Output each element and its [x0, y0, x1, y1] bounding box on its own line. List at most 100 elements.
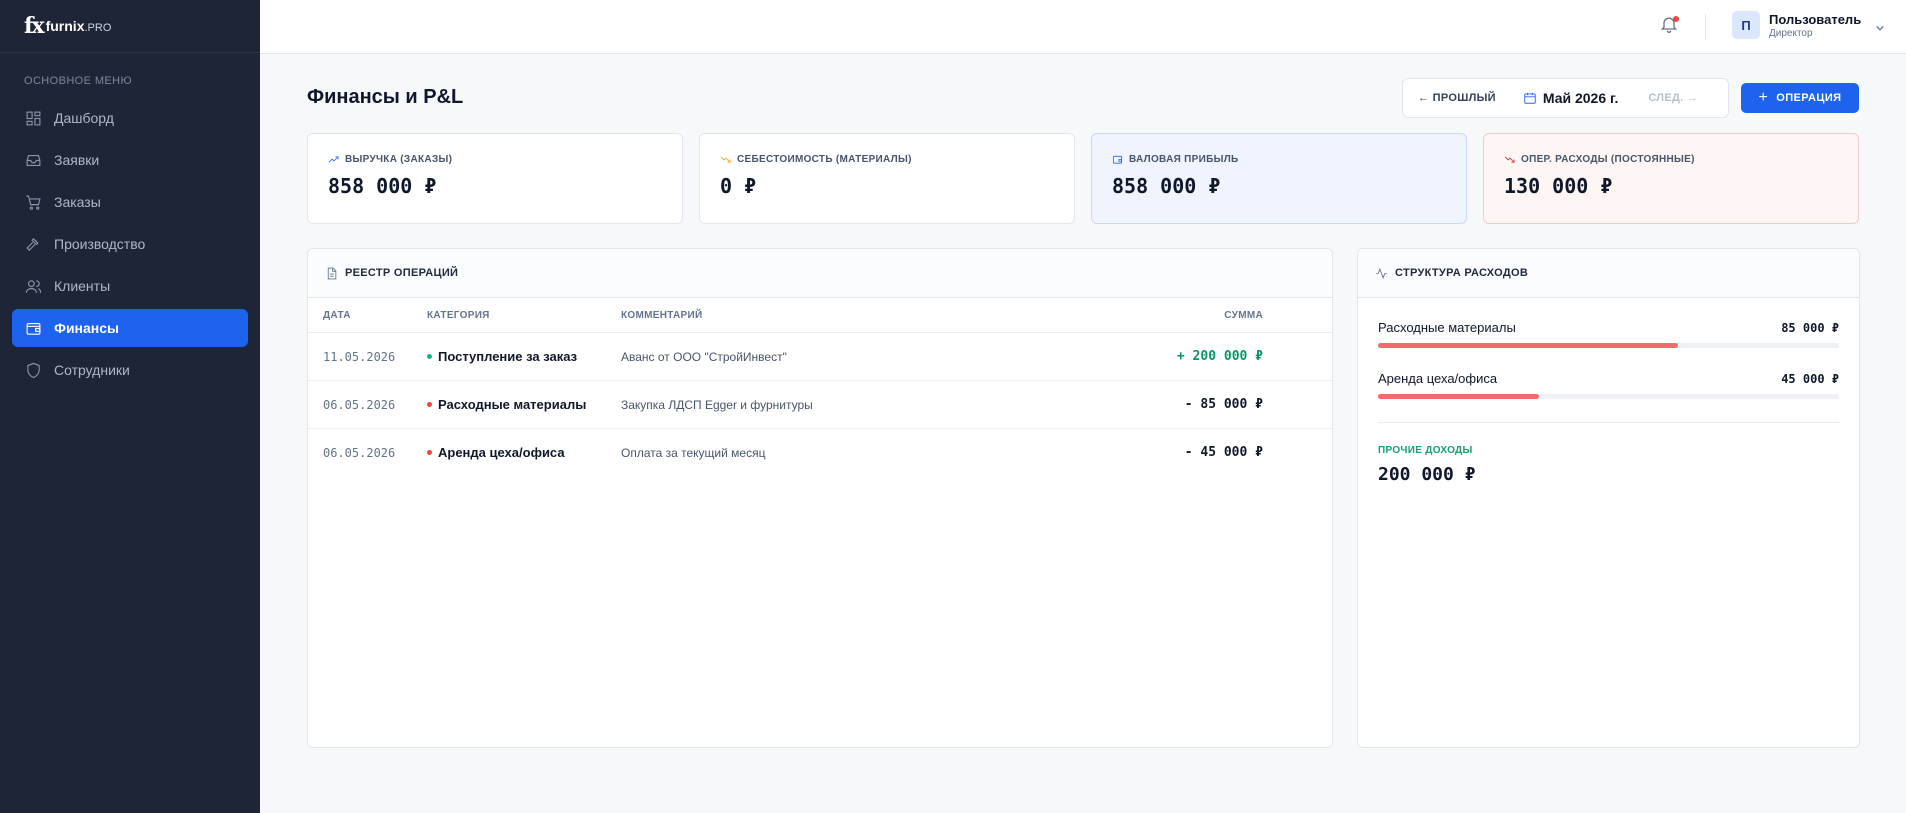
- kpi-label-text: ВЫРУЧКА (ЗАКАЗЫ): [345, 154, 453, 165]
- user-info: Пользователь Директор: [1769, 12, 1861, 39]
- table-header: ДАТА КАТЕГОРИЯ КОММЕНТАРИЙ СУММА: [308, 298, 1332, 333]
- progress-fill: [1378, 394, 1540, 399]
- row-comment: Оплата за текущий месяц: [621, 446, 766, 460]
- kpi-cost: СЕБЕСТОИМОСТЬ (МАТЕРИАЛЫ) 0 ₽: [699, 133, 1075, 224]
- calendar-icon: [1524, 92, 1536, 104]
- chevron-down-icon: [1875, 20, 1885, 31]
- wallet-icon: [1112, 155, 1123, 164]
- kpi-operating-expenses: ОПЕР. РАСХОДЫ (ПОСТОЯННЫЕ) 130 000 ₽: [1483, 133, 1859, 224]
- expense-bars: Расходные материалы 85 000 ₽ Аренда цеха…: [1358, 298, 1859, 399]
- sidebar-item-orders[interactable]: Заказы: [12, 183, 248, 221]
- kpi-label-text: ОПЕР. РАСХОДЫ (ПОСТОЯННЫЕ): [1521, 154, 1695, 165]
- logo[interactable]: fx furnix.PRO: [0, 0, 260, 53]
- sidebar: fx furnix.PRO ОСНОВНОЕ МЕНЮ Дашборд Заяв…: [0, 0, 260, 813]
- status-dot: [427, 402, 432, 407]
- notifications-button[interactable]: [1659, 14, 1681, 38]
- sidebar-item-production[interactable]: Производство: [12, 225, 248, 263]
- kpi-label: ВЫРУЧКА (ЗАКАЗЫ): [328, 154, 682, 165]
- trend-down-icon: [1504, 156, 1515, 163]
- sidebar-item-employees[interactable]: Сотрудники: [12, 351, 248, 389]
- other-income-label: ПРОЧИЕ ДОХОДЫ: [1378, 445, 1473, 456]
- dashboard-icon: [26, 111, 41, 125]
- kpi-label: ВАЛОВАЯ ПРИБЫЛЬ: [1112, 154, 1466, 165]
- row-category-text: Поступление за заказ: [438, 349, 578, 364]
- row-comment: Аванс от ООО "СтройИнвест": [621, 350, 787, 364]
- topbar-divider: [1705, 14, 1706, 40]
- sidebar-item-label: Финансы: [54, 320, 119, 336]
- column-amount: СУММА: [1224, 310, 1263, 321]
- user-menu[interactable]: П Пользователь Директор: [1732, 11, 1885, 39]
- expense-value: 45 000 ₽: [1781, 371, 1839, 386]
- main-menu: Дашборд Заявки Заказы Производство Клиен…: [0, 99, 260, 389]
- page-title: Финансы и P&L: [307, 86, 464, 108]
- table-row[interactable]: 06.05.2026 Расходные материалы Закупка Л…: [308, 381, 1332, 429]
- expense-label: Расходные материалы: [1378, 320, 1516, 335]
- column-date: ДАТА: [323, 310, 351, 321]
- kpi-label-text: СЕБЕСТОИМОСТЬ (МАТЕРИАЛЫ): [737, 154, 912, 165]
- logo-suffix: .PRO: [84, 22, 112, 34]
- plus-icon: +: [1758, 89, 1769, 106]
- kpi-label-text: ВАЛОВАЯ ПРИБЫЛЬ: [1129, 154, 1239, 165]
- row-date: 06.05.2026: [323, 446, 396, 460]
- panel-header: СТРУКТУРА РАСХОДОВ: [1358, 249, 1859, 298]
- kpi-value: 130 000 ₽: [1504, 174, 1613, 198]
- sidebar-item-label: Сотрудники: [54, 362, 130, 378]
- table-row[interactable]: 06.05.2026 Аренда цеха/офиса Оплата за т…: [308, 429, 1332, 477]
- next-period-button[interactable]: СЛЕД. →: [1648, 92, 1698, 104]
- row-comment: Закупка ЛДСП Egger и фурнитуры: [621, 398, 813, 412]
- menu-section-title: ОСНОВНОЕ МЕНЮ: [24, 75, 132, 87]
- row-date: 06.05.2026: [323, 398, 396, 412]
- column-comment: КОММЕНТАРИЙ: [621, 310, 703, 321]
- kpi-value: 858 000 ₽: [328, 174, 437, 198]
- progress-track: [1378, 343, 1839, 348]
- expense-value: 85 000 ₽: [1781, 320, 1839, 335]
- operations-ledger: РЕЕСТР ОПЕРАЦИЙ ДАТА КАТЕГОРИЯ КОММЕНТАР…: [307, 248, 1333, 748]
- expense-label: Аренда цеха/офиса: [1378, 371, 1498, 386]
- table-row[interactable]: 11.05.2026 Поступление за заказ Аванс от…: [308, 333, 1332, 381]
- sidebar-item-finance[interactable]: Финансы: [12, 309, 248, 347]
- progress-track: [1378, 394, 1839, 399]
- period-switcher: ← ПРОШЛЫЙ Май 2026 г. СЛЕД. →: [1402, 78, 1729, 118]
- row-category: Расходные материалы: [427, 397, 586, 412]
- logo-mark: fx: [24, 13, 45, 39]
- sidebar-item-requests[interactable]: Заявки: [12, 141, 248, 179]
- kpi-value: 858 000 ₽: [1112, 174, 1221, 198]
- expense-bar: Расходные материалы 85 000 ₽: [1378, 320, 1839, 348]
- kpi-label: ОПЕР. РАСХОДЫ (ПОСТОЯННЫЕ): [1504, 154, 1858, 165]
- sidebar-item-clients[interactable]: Клиенты: [12, 267, 248, 305]
- avatar: П: [1732, 11, 1760, 39]
- cart-icon: [26, 195, 41, 210]
- progress-fill: [1378, 343, 1678, 348]
- panel-title: РЕЕСТР ОПЕРАЦИЙ: [345, 267, 459, 279]
- sidebar-item-label: Дашборд: [54, 110, 114, 126]
- sidebar-item-label: Заявки: [54, 152, 100, 168]
- row-category: Поступление за заказ: [427, 349, 577, 364]
- trend-down-icon: [720, 156, 731, 163]
- panel-header: РЕЕСТР ОПЕРАЦИЙ: [308, 249, 1332, 298]
- shield-icon: [27, 362, 40, 378]
- row-category-text: Расходные материалы: [438, 397, 587, 412]
- logo-text: furnix.PRO: [46, 18, 112, 34]
- status-dot: [427, 450, 432, 455]
- user-role: Директор: [1769, 27, 1813, 39]
- add-operation-button[interactable]: + ОПЕРАЦИЯ: [1741, 83, 1859, 113]
- trend-up-icon: [328, 156, 339, 163]
- row-date: 11.05.2026: [323, 350, 396, 364]
- sidebar-item-label: Клиенты: [54, 278, 111, 294]
- current-period[interactable]: Май 2026 г.: [1523, 90, 1618, 106]
- activity-icon: [1376, 267, 1387, 279]
- column-category: КАТЕГОРИЯ: [427, 310, 490, 321]
- users-icon: [25, 279, 42, 293]
- prev-period-button[interactable]: ← ПРОШЛЫЙ: [1418, 92, 1496, 104]
- prev-period-label: ПРОШЛЫЙ: [1432, 92, 1496, 104]
- hammer-icon: [26, 237, 39, 251]
- add-operation-label: ОПЕРАЦИЯ: [1776, 92, 1842, 104]
- divider: [1378, 422, 1839, 423]
- sidebar-item-dashboard[interactable]: Дашборд: [12, 99, 248, 137]
- topbar: П Пользователь Директор: [260, 0, 1906, 54]
- wallet-icon: [26, 322, 41, 335]
- notification-dot: [1673, 16, 1679, 22]
- row-amount: + 200 000 ₽: [1176, 349, 1263, 364]
- user-name: Пользователь: [1769, 11, 1862, 27]
- current-period-label: Май 2026 г.: [1542, 90, 1619, 106]
